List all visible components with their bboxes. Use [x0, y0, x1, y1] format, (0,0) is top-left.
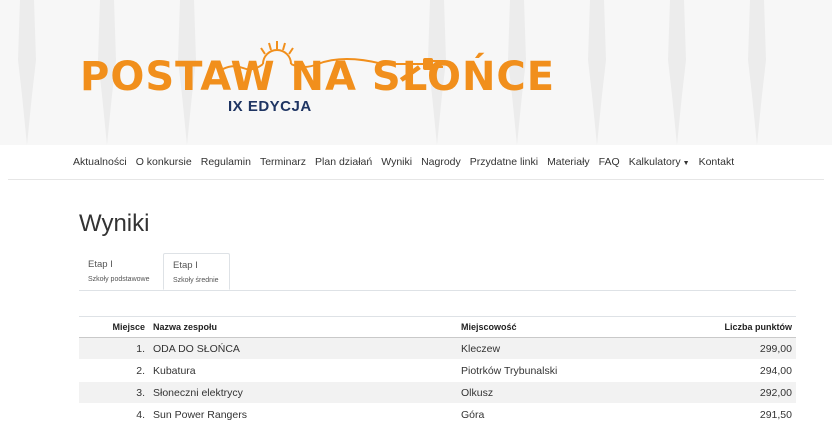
tab-subtitle: Szkoły podstawowe [88, 276, 150, 283]
nav-item-plan-dzialan[interactable]: Plan działań [315, 156, 372, 172]
logo-title: POSTAW NA SŁOŃCE [80, 54, 556, 100]
main-nav: Aktualności O konkursie Regulamin Termin… [73, 156, 743, 172]
cell-points: 299,00 [665, 337, 796, 360]
page-title: Wyniki [79, 210, 150, 237]
cell-city: Góra [457, 403, 665, 426]
nav-item-label: O konkursie [135, 156, 192, 168]
plug-pattern-icon [660, 0, 694, 145]
cell-city: Olkusz [457, 381, 665, 404]
site-logo[interactable]: POSTAW NA SŁOŃCE IX EDYCJA [78, 24, 554, 124]
table-row: 1. ODA DO SŁOŃCA Kleczew 299,00 [79, 337, 796, 360]
cell-points: 294,00 [665, 359, 796, 382]
cell-team: Kubatura [149, 359, 457, 382]
header-banner: POSTAW NA SŁOŃCE IX EDYCJA [0, 0, 832, 145]
nav-item-nagrody[interactable]: Nagrody [421, 156, 461, 172]
tab-szkoly-podstawowe[interactable]: Etap I Szkoły podstawowe [79, 253, 162, 289]
nav-item-label: FAQ [598, 156, 620, 168]
nav-divider [8, 179, 824, 180]
column-header-team[interactable]: Nazwa zespołu [149, 316, 457, 338]
nav-item-label: Plan działań [315, 156, 373, 168]
nav-item-terminarz[interactable]: Terminarz [260, 156, 306, 172]
tab-szkoly-srednie[interactable]: Etap I Szkoły średnie [163, 253, 230, 290]
nav-item-kalkulatory[interactable]: Kalkulatory ▼ [629, 156, 690, 172]
plug-pattern-icon [10, 0, 44, 145]
cell-place: 1. [79, 337, 149, 360]
table-row: 4. Sun Power Rangers Góra 291,50 [79, 403, 796, 426]
cell-place: 3. [79, 381, 149, 404]
nav-item-materialy[interactable]: Materiały [547, 156, 590, 172]
cell-points: 292,00 [665, 381, 796, 404]
cell-team: Sun Power Rangers [149, 403, 457, 426]
nav-item-label: Materiały [547, 156, 590, 168]
nav-item-faq[interactable]: FAQ [599, 156, 620, 172]
cell-place: 2. [79, 359, 149, 382]
nav-item-label: Przydatne linki [469, 156, 539, 168]
nav-item-label: Terminarz [259, 156, 307, 168]
caret-down-icon: ▼ [682, 160, 690, 167]
column-header-points[interactable]: Liczba punktów [665, 316, 796, 338]
column-header-place[interactable]: Miejsce [79, 316, 149, 338]
cell-city: Kleczew [457, 337, 665, 360]
cell-place: 4. [79, 403, 149, 426]
table-row: 3. Słoneczni elektrycy Olkusz 292,00 [79, 381, 796, 404]
nav-item-label: Nagrody [421, 156, 461, 168]
cell-city: Piotrków Trybunalski [457, 359, 665, 382]
nav-item-wyniki[interactable]: Wyniki [381, 156, 412, 172]
nav-item-aktualnosci[interactable]: Aktualności [73, 156, 127, 172]
nav-item-kontakt[interactable]: Kontakt [699, 156, 735, 172]
nav-item-label: Aktualności [73, 156, 127, 168]
nav-item-label: Kalkulatory [628, 156, 681, 168]
tab-subtitle: Szkoły średnie [173, 277, 219, 284]
results-table: Miejsce Nazwa zespołu Miejscowość Liczba… [79, 316, 796, 426]
logo-subtitle: IX EDYCJA [228, 98, 312, 115]
nav-item-regulamin[interactable]: Regulamin [201, 156, 251, 172]
nav-item-label: Regulamin [200, 156, 251, 168]
tab-title: Etap I [173, 260, 198, 271]
stage-tabs: Etap I Szkoły podstawowe Etap I Szkoły ś… [79, 253, 796, 291]
cell-points: 291,50 [665, 403, 796, 426]
plug-pattern-icon [740, 0, 774, 145]
table-row: 2. Kubatura Piotrków Trybunalski 294,00 [79, 359, 796, 382]
nav-item-label: Kontakt [698, 156, 735, 168]
nav-item-o-konkursie[interactable]: O konkursie [136, 156, 192, 172]
nav-item-przydatne-linki[interactable]: Przydatne linki [470, 156, 538, 172]
cell-team: Słoneczni elektrycy [149, 381, 457, 404]
table-header-row: Miejsce Nazwa zespołu Miejscowość Liczba… [79, 316, 796, 338]
cell-team: ODA DO SŁOŃCA [149, 337, 457, 360]
tab-title: Etap I [88, 259, 113, 270]
plug-pattern-icon [580, 0, 614, 145]
column-header-city[interactable]: Miejscowość [457, 316, 665, 338]
nav-item-label: Wyniki [381, 156, 413, 168]
